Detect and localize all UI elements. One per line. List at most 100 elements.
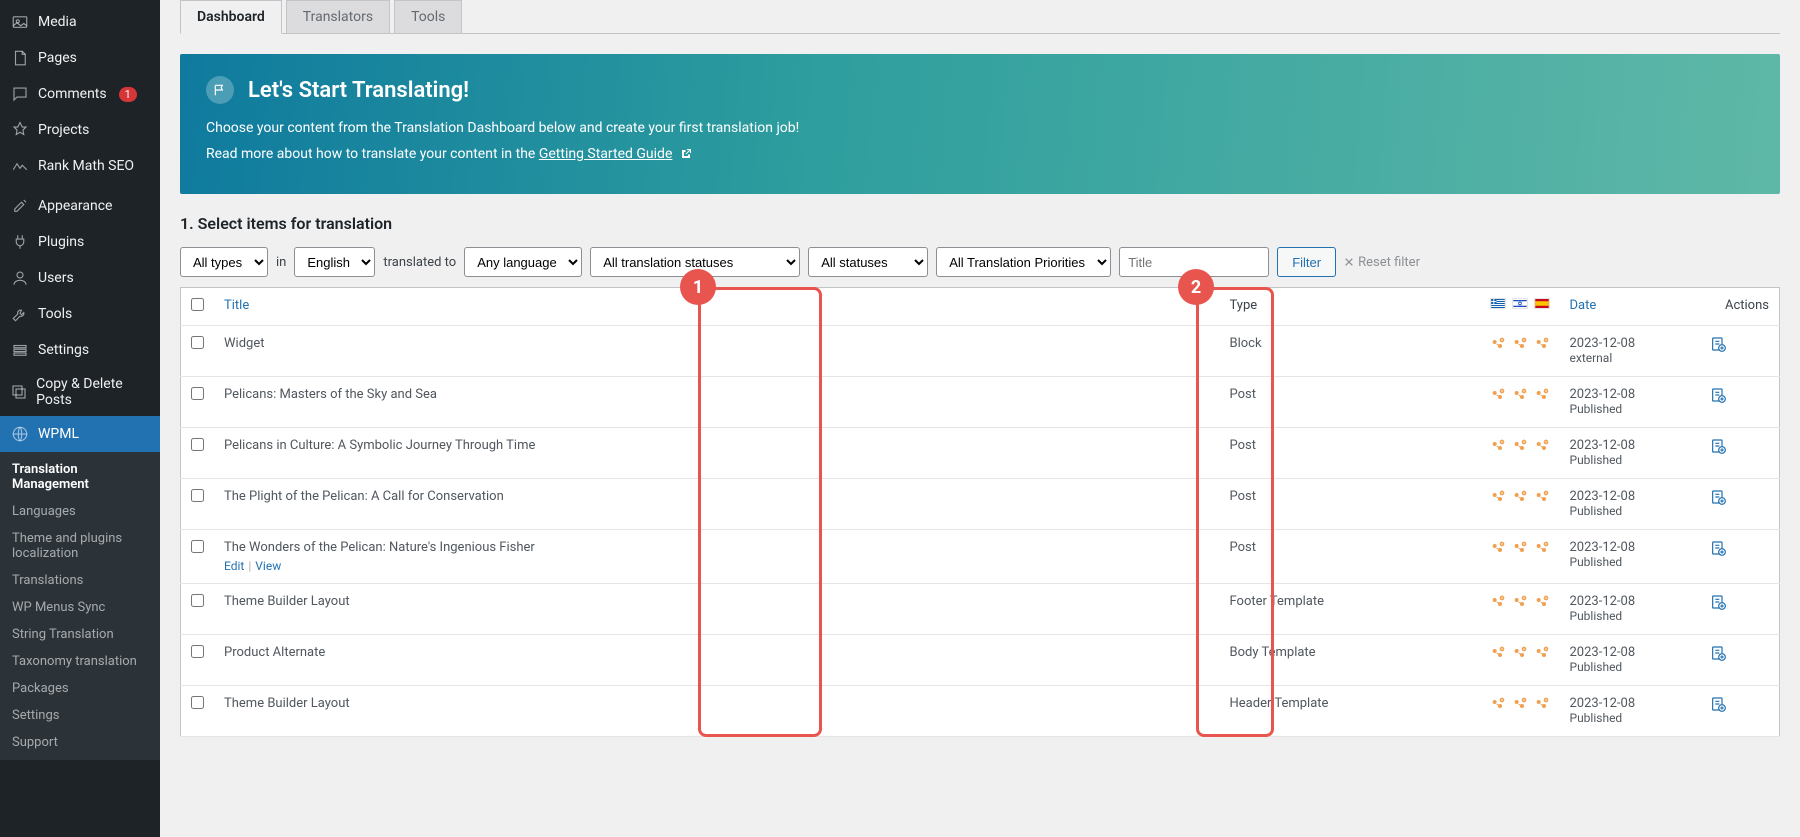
flag-spain-icon <box>1534 298 1550 309</box>
tab-translators[interactable]: Translators <box>286 0 390 33</box>
label-translated-to: translated to <box>383 255 456 270</box>
translation-status-icon[interactable] <box>1512 696 1528 712</box>
translation-status-icon[interactable] <box>1490 540 1506 556</box>
annotation-badge-1: 1 <box>680 269 716 305</box>
getting-started-link[interactable]: Getting Started Guide <box>539 146 673 162</box>
sidebar-item-media[interactable]: Media <box>0 4 160 40</box>
sidebar-item-comments[interactable]: Comments1 <box>0 76 160 112</box>
tab-dashboard[interactable]: Dashboard <box>180 0 282 34</box>
item-title-link[interactable]: Theme Builder Layout <box>224 594 350 609</box>
translation-status-icon[interactable] <box>1534 387 1550 403</box>
item-title-link[interactable]: Pelicans: Masters of the Sky and Sea <box>224 387 437 402</box>
translation-status-icon[interactable] <box>1490 594 1506 610</box>
add-note-icon[interactable] <box>1710 387 1770 403</box>
add-note-icon[interactable] <box>1710 645 1770 661</box>
translation-status-icon[interactable] <box>1490 696 1506 712</box>
col-date[interactable]: Date <box>1560 288 1700 326</box>
filter-status[interactable]: All statuses <box>808 247 928 277</box>
translation-status-icon[interactable] <box>1490 489 1506 505</box>
edit-link[interactable]: Edit <box>224 559 244 573</box>
translation-status-icon[interactable] <box>1512 540 1528 556</box>
sidebar-sub-languages[interactable]: Languages <box>0 498 160 525</box>
translation-status-icon[interactable] <box>1534 438 1550 454</box>
tab-tools[interactable]: Tools <box>394 0 462 33</box>
cell-type: Post <box>1220 479 1480 530</box>
annotation-badge-2: 2 <box>1178 269 1214 305</box>
add-note-icon[interactable] <box>1710 540 1770 556</box>
translation-status-icon[interactable] <box>1490 336 1506 352</box>
add-note-icon[interactable] <box>1710 489 1770 505</box>
translation-status-icon[interactable] <box>1512 594 1528 610</box>
view-link[interactable]: View <box>255 559 281 573</box>
filter-button[interactable]: Filter <box>1277 247 1336 277</box>
filter-bar: All types in English translated to Any l… <box>180 247 1780 277</box>
wp-admin-sidebar: MediaPagesComments1ProjectsRank Math SEO… <box>0 0 160 837</box>
flag-israel-icon <box>1512 298 1528 309</box>
filter-target-language[interactable]: Any language <box>464 247 582 277</box>
row-checkbox[interactable] <box>191 489 204 502</box>
banner-line2: Read more about how to translate your co… <box>206 146 1754 162</box>
row-checkbox[interactable] <box>191 696 204 709</box>
row-checkbox[interactable] <box>191 438 204 451</box>
sidebar-sub-translation-management[interactable]: Translation Management <box>0 456 160 498</box>
item-title-link[interactable]: Pelicans in Culture: A Symbolic Journey … <box>224 438 535 453</box>
sidebar-sub-string-translation[interactable]: String Translation <box>0 621 160 648</box>
sidebar-item-tools[interactable]: Tools <box>0 296 160 332</box>
sidebar-sub-taxonomy-translation[interactable]: Taxonomy translation <box>0 648 160 675</box>
col-actions: Actions <box>1700 288 1780 326</box>
sidebar-item-settings[interactable]: Settings <box>0 332 160 368</box>
translation-status-icon[interactable] <box>1512 336 1528 352</box>
item-title-link[interactable]: Product Alternate <box>224 645 325 660</box>
sidebar-item-plugins[interactable]: Plugins <box>0 224 160 260</box>
item-title-link[interactable]: Theme Builder Layout <box>224 696 350 711</box>
sidebar-item-copy-delete-posts[interactable]: Copy & Delete Posts <box>0 368 160 416</box>
sidebar-sub-translations[interactable]: Translations <box>0 567 160 594</box>
translation-status-icon[interactable] <box>1534 540 1550 556</box>
sidebar-item-rank-math-seo[interactable]: Rank Math SEO <box>0 148 160 184</box>
badge: 1 <box>119 87 137 102</box>
row-checkbox[interactable] <box>191 387 204 400</box>
item-title-link[interactable]: The Wonders of the Pelican: Nature's Ing… <box>224 540 535 555</box>
filter-language[interactable]: English <box>294 247 375 277</box>
reset-filter[interactable]: Reset filter <box>1344 255 1420 270</box>
add-note-icon[interactable] <box>1710 696 1770 712</box>
col-title[interactable]: Title <box>214 288 1220 326</box>
sidebar-item-pages[interactable]: Pages <box>0 40 160 76</box>
sidebar-sub-settings[interactable]: Settings <box>0 702 160 729</box>
filter-types[interactable]: All types <box>180 247 268 277</box>
item-title-link[interactable]: Widget <box>224 336 264 351</box>
flag-icon <box>206 76 234 104</box>
add-note-icon[interactable] <box>1710 336 1770 352</box>
translation-status-icon[interactable] <box>1534 489 1550 505</box>
translation-status-icon[interactable] <box>1534 594 1550 610</box>
row-checkbox[interactable] <box>191 645 204 658</box>
add-note-icon[interactable] <box>1710 438 1770 454</box>
sidebar-item-wpml[interactable]: WPML <box>0 416 160 452</box>
row-checkbox[interactable] <box>191 336 204 349</box>
cell-date: 2023-12-08Published <box>1560 635 1700 686</box>
row-checkbox[interactable] <box>191 540 204 553</box>
sidebar-sub-support[interactable]: Support <box>0 729 160 756</box>
translation-status-icon[interactable] <box>1490 645 1506 661</box>
cell-date: 2023-12-08Published <box>1560 428 1700 479</box>
sidebar-sub-packages[interactable]: Packages <box>0 675 160 702</box>
translation-status-icon[interactable] <box>1534 696 1550 712</box>
select-all-checkbox[interactable] <box>191 298 204 311</box>
translation-status-icon[interactable] <box>1490 387 1506 403</box>
sidebar-item-projects[interactable]: Projects <box>0 112 160 148</box>
sidebar-item-users[interactable]: Users <box>0 260 160 296</box>
sidebar-sub-wp-menus-sync[interactable]: WP Menus Sync <box>0 594 160 621</box>
translation-status-icon[interactable] <box>1534 645 1550 661</box>
translation-status-icon[interactable] <box>1512 489 1528 505</box>
sidebar-item-appearance[interactable]: Appearance <box>0 188 160 224</box>
sidebar-sub-theme-and-plugins-localization[interactable]: Theme and plugins localization <box>0 525 160 567</box>
translation-status-icon[interactable] <box>1512 645 1528 661</box>
filter-priority[interactable]: All Translation Priorities <box>936 247 1111 277</box>
translation-status-icon[interactable] <box>1512 438 1528 454</box>
item-title-link[interactable]: The Plight of the Pelican: A Call for Co… <box>224 489 504 504</box>
translation-status-icon[interactable] <box>1534 336 1550 352</box>
translation-status-icon[interactable] <box>1490 438 1506 454</box>
translation-status-icon[interactable] <box>1512 387 1528 403</box>
add-note-icon[interactable] <box>1710 594 1770 610</box>
row-checkbox[interactable] <box>191 594 204 607</box>
